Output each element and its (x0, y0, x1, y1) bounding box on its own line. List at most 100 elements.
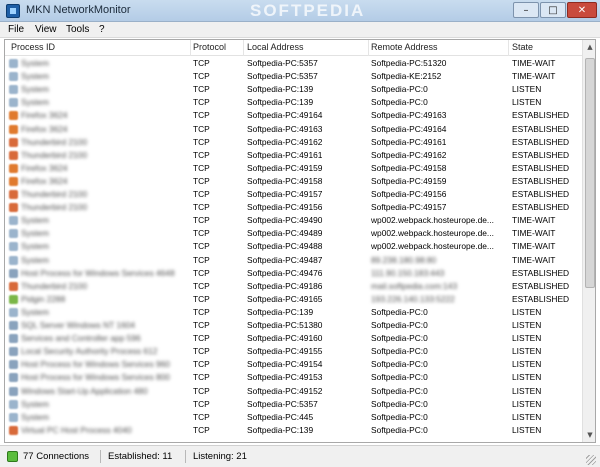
table-row[interactable]: Thunderbird 2100 TCP Softpedia-PC:49186 mai… (5, 280, 582, 293)
protocol-cell: TCP (193, 346, 210, 357)
remote-address-cell: Softpedia-PC:0 (371, 385, 428, 396)
process-name-cell: System (21, 411, 49, 422)
status-established: Established: 11 (108, 451, 173, 462)
state-cell: LISTEN (512, 411, 542, 422)
remote-address-cell: wp002.webpack.hosteurope.de... (371, 215, 494, 226)
local-address-cell: Softpedia-PC:49489 (247, 228, 323, 239)
table-row[interactable]: Local Security Authority Process 612 TCP S… (5, 345, 582, 358)
state-cell: ESTABLISHED (512, 162, 570, 173)
table-row[interactable]: System TCP Softpedia-PC:49489 wp002.webpack… (5, 227, 582, 240)
column-header-state[interactable]: State (512, 42, 533, 52)
table-row[interactable]: Firefox 3624 TCP Softpedia-PC:49163 Softped… (5, 123, 582, 136)
table-row[interactable]: Firefox 3624 TCP Softpedia-PC:49159 Softped… (5, 162, 582, 175)
state-cell: ESTABLISHED (512, 110, 570, 121)
column-header-local-address[interactable]: Local Address (247, 42, 304, 52)
table-row[interactable]: System TCP Softpedia-PC:49490 wp002.webpack… (5, 214, 582, 227)
status-divider (185, 450, 186, 463)
state-cell: ESTABLISHED (512, 175, 570, 186)
table-row[interactable]: System TCP Softpedia-PC:139 Softpedia-PC:0 L… (5, 306, 582, 319)
process-icon (9, 360, 18, 370)
local-address-cell: Softpedia-PC:51380 (247, 320, 323, 330)
process-name-cell: System (21, 84, 49, 95)
process-name-cell: Firefox 3624 (21, 110, 68, 121)
column-divider[interactable] (508, 40, 509, 56)
process-name-cell: Services and Controller app 596 (21, 333, 141, 344)
remote-address-cell: 193.226.140.133:5222 (371, 293, 455, 304)
state-cell: LISTEN (512, 306, 542, 317)
table-row[interactable]: Firefox 3624 TCP Softpedia-PC:49158 Softped… (5, 175, 582, 188)
scrollbar-thumb[interactable] (585, 58, 595, 288)
remote-address-cell: Softpedia-PC:51320 (371, 58, 447, 68)
local-address-cell: Softpedia-PC:49487 (247, 254, 323, 265)
table-row[interactable]: Thunderbird 2100 TCP Softpedia-PC:49156 Sof… (5, 201, 582, 214)
state-cell: TIME-WAIT (512, 71, 556, 82)
state-cell: TIME-WAIT (512, 241, 556, 252)
process-icon (9, 98, 18, 108)
remote-address-cell: Softpedia-PC:49158 (371, 162, 447, 173)
menu-help[interactable]: ? (99, 24, 105, 35)
table-row[interactable]: Virtual PC Host Process 4040 TCP Softpedia… (5, 424, 582, 437)
table-row[interactable]: Thunderbird 2100 TCP Softpedia-PC:49162 Sof… (5, 136, 582, 149)
menu-file[interactable]: File (8, 24, 24, 35)
menu-view[interactable]: View (35, 24, 57, 35)
protocol-cell: TCP (193, 333, 210, 344)
protocol-cell: TCP (193, 202, 210, 213)
column-header-remote-address[interactable]: Remote Address (371, 42, 438, 52)
remote-address-cell: Softpedia-PC:49159 (371, 175, 447, 186)
process-icon (9, 59, 18, 68)
connections-list[interactable]: Process ID Protocol Local Address Remote… (4, 39, 596, 443)
table-row[interactable]: System TCP Softpedia-PC:49487 89.238.180.98… (5, 254, 582, 267)
column-divider[interactable] (368, 40, 369, 56)
resize-grip-icon[interactable] (586, 455, 596, 465)
protocol-cell: TCP (193, 84, 210, 95)
vertical-scrollbar[interactable]: ▲ ▼ (582, 40, 595, 442)
table-row[interactable]: System TCP Softpedia-PC:49488 wp002.webpack… (5, 240, 582, 253)
process-icon (9, 242, 18, 252)
protocol-cell: TCP (193, 228, 210, 239)
table-row[interactable]: System TCP Softpedia-PC:5357 Softpedia-KE:2… (5, 70, 582, 83)
state-cell: ESTABLISHED (512, 189, 570, 199)
menu-tools[interactable]: Tools (66, 24, 89, 35)
maximize-button[interactable]: □ (540, 2, 566, 18)
table-row[interactable]: System TCP Softpedia-PC:5357 Softpedia-PC:0… (5, 398, 582, 411)
process-name-cell: Pidgin 2288 (21, 293, 66, 304)
remote-address-cell: Softpedia-PC:0 (371, 359, 428, 370)
process-icon (9, 294, 18, 304)
connections-icon (7, 451, 18, 462)
table-row[interactable]: Host Process for Windows Services 960 TCP… (5, 358, 582, 371)
column-divider[interactable] (243, 40, 244, 56)
table-row[interactable]: System TCP Softpedia-PC:5357 Softpedia-PC:5… (5, 57, 582, 70)
process-name-cell: Host Process for Windows Services 800 (21, 372, 170, 383)
table-row[interactable]: Host Process for Windows Services 800 TCP… (5, 371, 582, 384)
process-name-cell: Thunderbird 2100 (21, 136, 88, 147)
protocol-cell: TCP (193, 320, 210, 330)
table-row[interactable]: Pidgin 2288 TCP Softpedia-PC:49165 193.226.… (5, 293, 582, 306)
table-row[interactable]: Firefox 3624 TCP Softpedia-PC:49164 Softped… (5, 109, 582, 122)
process-icon (9, 347, 18, 357)
table-row[interactable]: Thunderbird 2100 TCP Softpedia-PC:49161 Sof… (5, 149, 582, 162)
table-row[interactable]: Thunderbird 2100 TCP Softpedia-PC:49157 Sof… (5, 188, 582, 201)
remote-address-cell: Softpedia-PC:0 (371, 372, 428, 383)
process-name-cell: Thunderbird 2100 (21, 202, 88, 213)
process-name-cell: Thunderbird 2100 (21, 189, 88, 199)
table-row[interactable]: SQL Server Windows NT 1604 TCP Softpedia-P… (5, 319, 582, 332)
table-row[interactable]: System TCP Softpedia-PC:139 Softpedia-PC:0 L… (5, 83, 582, 96)
table-row[interactable]: Host Process for Windows Services 4648 TC… (5, 267, 582, 280)
table-row[interactable]: Windows Start-Up Application 480 TCP Softp… (5, 385, 582, 398)
table-row[interactable]: System TCP Softpedia-PC:139 Softpedia-PC:0 L… (5, 96, 582, 109)
column-divider[interactable] (190, 40, 191, 56)
remote-address-cell: Softpedia-PC:0 (371, 306, 428, 317)
table-row[interactable]: System TCP Softpedia-PC:445 Softpedia-PC:0 L… (5, 411, 582, 424)
minimize-button[interactable]: – (513, 2, 539, 18)
local-address-cell: Softpedia-PC:49162 (247, 136, 323, 147)
column-header-protocol[interactable]: Protocol (193, 42, 226, 52)
process-icon (9, 425, 18, 435)
scroll-up-arrow-icon[interactable]: ▲ (583, 40, 595, 54)
column-header-process-id[interactable]: Process ID (11, 42, 55, 52)
scroll-down-arrow-icon[interactable]: ▼ (583, 428, 595, 442)
close-button[interactable]: ✕ (567, 2, 597, 18)
table-row[interactable]: Services and Controller app 596 TCP Softpe… (5, 332, 582, 345)
state-cell: ESTABLISHED (512, 149, 570, 160)
process-name-cell: Thunderbird 2100 (21, 149, 88, 160)
protocol-cell: TCP (193, 398, 210, 409)
